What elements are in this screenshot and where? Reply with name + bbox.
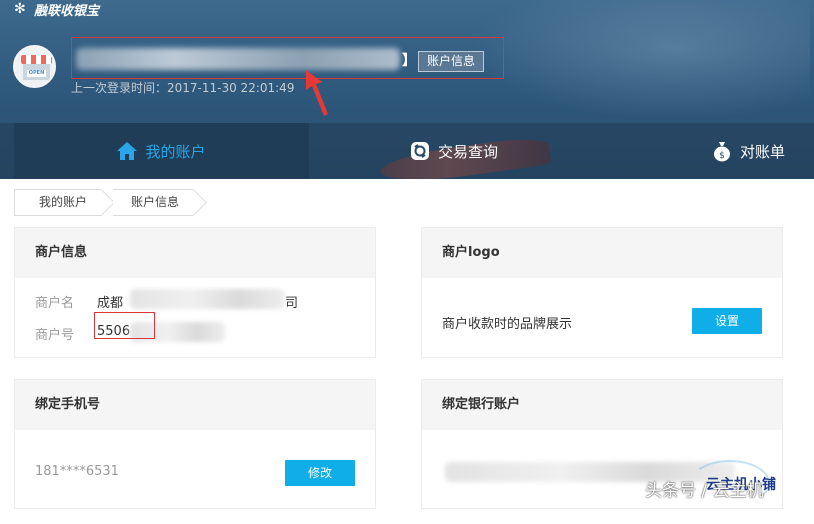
breadcrumb: 我的账户 账户信息: [14, 189, 205, 216]
card-title: 商户logo: [422, 228, 782, 278]
tab-statement[interactable]: $ 对账单: [712, 123, 785, 179]
bound-phone-card: 绑定手机号: [14, 379, 376, 509]
breadcrumb-separator: [193, 189, 205, 216]
merchant-name-suffix: 司: [285, 296, 299, 311]
tab-label: 对账单: [740, 142, 786, 161]
banner-cloud: [470, 0, 810, 120]
logo-description: 商户收款时的品牌展示: [442, 317, 573, 332]
card-title: 绑定银行账户: [422, 380, 782, 430]
merchant-name-prefix: 成都: [97, 296, 124, 311]
home-icon: [117, 142, 138, 160]
merchant-logo-card: 商户logo: [421, 227, 783, 358]
search-record-icon: [411, 142, 429, 160]
card-title: 商户信息: [15, 228, 375, 278]
avatar: OPEN: [13, 45, 56, 88]
highlight-box-merchant: [71, 37, 504, 79]
tab-label: 我的账户: [145, 142, 206, 161]
watermark-text: 头条号 / 云主机: [645, 481, 764, 501]
merchant-name-label: 商户名: [35, 296, 75, 311]
tab-my-account[interactable]: 我的账户: [14, 123, 309, 179]
annotation-arrow-icon: [306, 70, 328, 116]
last-login-time: 上一次登录时间：2017-11-30 22:01:49: [71, 81, 295, 95]
logo-text: 融联收银宝: [34, 3, 100, 19]
breadcrumb-separator: [101, 189, 113, 216]
tab-label: 交易查询: [438, 142, 499, 161]
main-nav: 我的账户 交易查询 $ 对账单: [0, 123, 814, 179]
phone-number-value: 181****6531: [35, 464, 119, 479]
logo-icon: ✻: [14, 1, 26, 17]
app-logo[interactable]: ✻ 融联收银宝: [14, 0, 100, 19]
modify-phone-button[interactable]: 修改: [285, 460, 355, 486]
money-bag-icon: $: [714, 142, 730, 162]
highlight-box-merchant-number: [94, 312, 155, 339]
merchant-number-label: 商户号: [35, 328, 75, 343]
card-title: 绑定手机号: [15, 380, 375, 430]
set-logo-button[interactable]: 设置: [692, 308, 762, 334]
merchant-name-redacted: [130, 289, 285, 309]
tab-transaction-query[interactable]: 交易查询: [410, 123, 498, 179]
svg-text:$: $: [719, 151, 725, 161]
